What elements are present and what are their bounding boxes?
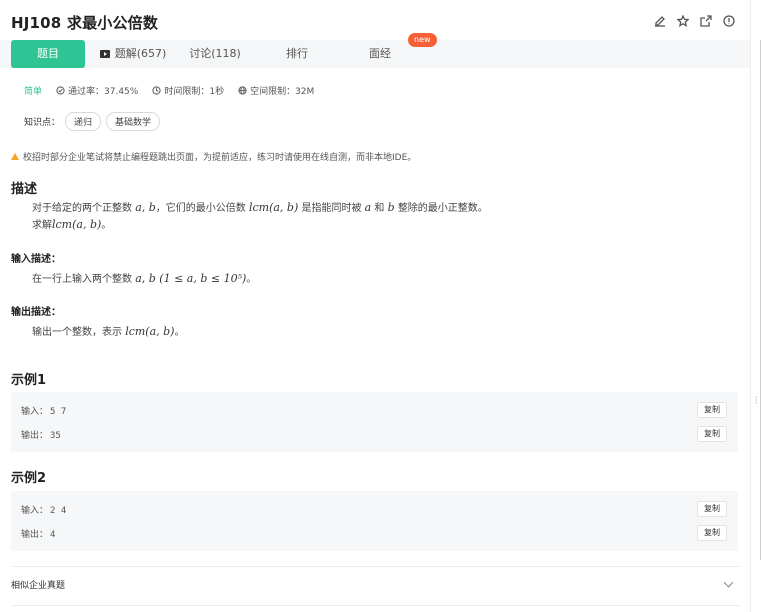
- text: 和: [374, 203, 385, 214]
- tab-label: 题目: [37, 47, 59, 60]
- description-line-1: 对于给定的两个正整数 a, b，它们的最小公倍数 lcm(a, b) 是指能同时…: [32, 200, 488, 217]
- description-text: 对于给定的两个正整数 a, b，它们的最小公倍数 lcm(a, b) 是指能同时…: [32, 200, 488, 234]
- example-2-heading: 示例2: [11, 471, 47, 486]
- example-2-box: 输入： 2 4 复制 输出： 4 复制: [11, 491, 738, 551]
- memory-limit: 空间限制：32M: [238, 84, 314, 97]
- example-1-box: 输入： 5 7 复制 输出： 35 复制: [11, 392, 738, 452]
- text: ，它们的最小公倍数: [155, 203, 246, 214]
- tab-problem[interactable]: 题目: [11, 40, 85, 68]
- math-expr: a, b: [135, 201, 156, 214]
- input-desc-heading: 输入描述：: [11, 254, 61, 265]
- math-expr: a, b (1 ≤ a, b ≤ 10⁵): [135, 272, 247, 285]
- output-desc-heading: 输出描述：: [11, 307, 61, 318]
- new-badge: new: [408, 33, 437, 47]
- example-1-output: 输出： 35: [21, 428, 61, 441]
- description-heading: 描述: [11, 182, 38, 197]
- text: 。: [246, 274, 257, 285]
- text: 求解: [32, 220, 52, 231]
- math-expr: b: [387, 201, 395, 214]
- tab-label: 讨论(118): [189, 47, 241, 60]
- copy-button[interactable]: 复制: [697, 402, 727, 418]
- page-title: HJ108 求最小公倍数: [11, 14, 159, 32]
- title-bar: HJ108 求最小公倍数: [11, 12, 740, 34]
- resize-handle-icon[interactable]: · · ·: [755, 394, 758, 408]
- problem-meta: 简单 通过率：37.45% 时间限制：1秒 空间限制：32M: [24, 84, 314, 97]
- time-limit: 时间限制：1秒: [152, 84, 224, 97]
- star-icon[interactable]: [676, 14, 690, 28]
- text: 是指能同时被: [301, 203, 362, 214]
- text: 整除的最小正整数。: [397, 203, 488, 214]
- output-desc-text: 输出一个整数，表示 lcm(a, b)。: [32, 324, 184, 341]
- input-desc-text: 在一行上输入两个整数 a, b (1 ≤ a, b ≤ 10⁵)。: [32, 271, 256, 288]
- tag-recursion[interactable]: 递归: [65, 112, 102, 131]
- example-2-output: 输出： 4: [21, 527, 55, 540]
- copy-button[interactable]: 复制: [697, 501, 727, 517]
- description-line-2: 求解lcm(a, b)。: [32, 217, 488, 234]
- math-expr: lcm(a, b): [52, 218, 102, 231]
- similar-questions-label: 相似企业真题: [11, 581, 66, 591]
- title-actions: [653, 14, 736, 28]
- tab-interview[interactable]: 面经: [343, 40, 417, 68]
- input-value: 2 4: [50, 506, 67, 516]
- example-2-input: 输入： 2 4: [21, 503, 66, 516]
- math-expr: a: [364, 201, 372, 214]
- share-icon[interactable]: [699, 14, 713, 28]
- output-label: 输出：: [21, 431, 49, 441]
- copy-button[interactable]: 复制: [697, 525, 727, 541]
- tab-bar: 题目 题解(657) 讨论(118) 排行 面经: [0, 40, 750, 68]
- input-label: 输入：: [21, 506, 49, 516]
- copy-button[interactable]: 复制: [697, 426, 727, 442]
- knowledge-label: 知识点：: [24, 118, 61, 128]
- example-1-input: 输入： 5 7: [21, 404, 66, 417]
- difficulty-label: 简单: [24, 87, 43, 97]
- input-label: 输入：: [21, 407, 49, 417]
- text: 。: [101, 220, 112, 231]
- globe-icon: [238, 86, 247, 95]
- output-value: 35: [50, 431, 61, 441]
- input-value: 5 7: [50, 407, 67, 417]
- text: 在一行上输入两个整数: [32, 274, 132, 285]
- time-limit-text: 时间限制：1秒: [164, 87, 225, 97]
- text: 对于给定的两个正整数: [32, 203, 132, 214]
- knowledge-points: 知识点： 递归 基础数学: [24, 112, 161, 131]
- edit-icon[interactable]: [653, 14, 667, 28]
- text: 输出一个整数，表示: [32, 327, 122, 338]
- tab-label: 排行: [286, 47, 308, 60]
- notice-text: 校招时部分企业笔试将禁止编程题跳出页面，为提前适应，练习时请使用在线自测，而非本…: [23, 153, 417, 163]
- output-label: 输出：: [21, 530, 49, 540]
- clock-icon: [152, 86, 161, 95]
- example-1-heading: 示例1: [11, 373, 47, 388]
- math-expr: lcm(a, b): [125, 325, 175, 338]
- tab-solutions[interactable]: 题解(657): [96, 40, 170, 68]
- tab-label: 面经: [369, 47, 391, 60]
- info-icon[interactable]: [722, 14, 736, 28]
- similar-questions-section[interactable]: 相似企业真题: [11, 566, 740, 606]
- memory-limit-text: 空间限制：32M: [250, 87, 315, 97]
- pass-rate: 通过率：37.45%: [56, 84, 138, 97]
- output-value: 4: [50, 530, 56, 540]
- text: 。: [174, 327, 185, 338]
- tab-label: 题解(657): [114, 47, 167, 60]
- tag-basic-math[interactable]: 基础数学: [106, 112, 161, 131]
- chevron-down-icon[interactable]: [723, 577, 734, 588]
- pass-rate-text: 通过率：37.45%: [68, 87, 139, 97]
- video-icon: [99, 50, 110, 58]
- check-circle-icon: [56, 86, 65, 95]
- tab-ranking[interactable]: 排行: [260, 40, 334, 68]
- problem-page: HJ108 求最小公倍数 题目 题解(657) 讨论(118) 排行 面经 ne…: [0, 0, 750, 612]
- warning-icon: [11, 153, 19, 160]
- tab-discussion[interactable]: 讨论(118): [178, 40, 252, 68]
- panel-divider: [760, 40, 761, 560]
- math-expr: lcm(a, b): [248, 201, 299, 214]
- exam-notice: 校招时部分企业笔试将禁止编程题跳出页面，为提前适应，练习时请使用在线自测，而非本…: [11, 150, 416, 163]
